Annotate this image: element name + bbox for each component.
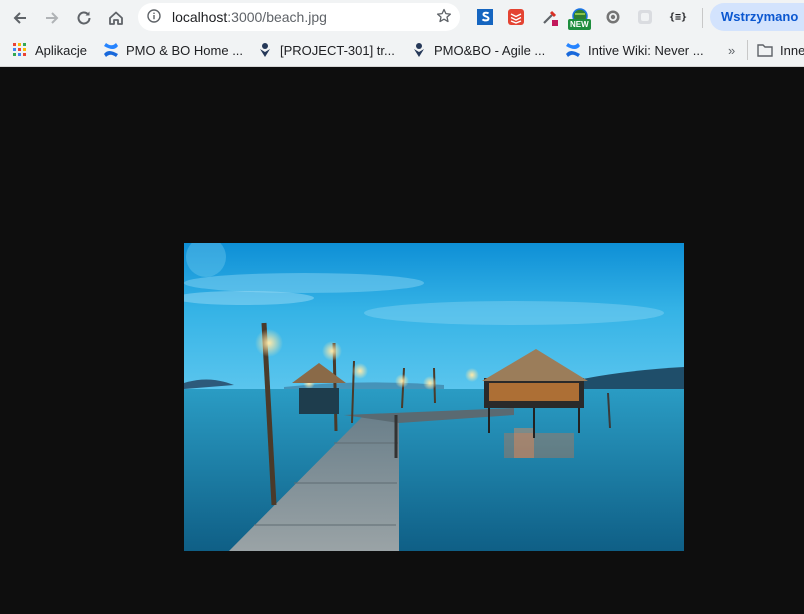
color-picker-icon[interactable] — [540, 7, 560, 27]
bookmarks-overflow-button[interactable]: » — [728, 43, 735, 58]
arrow-right-icon — [46, 12, 59, 24]
bookmark-label: Aplikacje — [35, 42, 88, 58]
bookmark-label: Inne — [780, 42, 804, 58]
s-extension-icon[interactable] — [475, 7, 495, 27]
browser-toolbar: localhost:3000/beach.jpg NEW {≡} Wstrzym… — [0, 0, 804, 35]
home-icon — [109, 11, 123, 25]
home-button[interactable] — [104, 6, 128, 30]
bookmark-pmo-bo-agile[interactable]: PMO&BO - Agile ... — [411, 40, 545, 60]
bookmark-label: Intive Wiki: Never ... — [588, 42, 704, 58]
bookmark-pmo-bo-home[interactable]: PMO & BO Home ... — [103, 40, 243, 60]
confluence-icon — [103, 42, 119, 58]
new-badge: NEW — [568, 19, 591, 30]
bookmarks-divider — [747, 40, 748, 60]
url-host: localhost — [172, 9, 228, 25]
jira-icon — [257, 42, 273, 58]
browser-chrome: localhost:3000/beach.jpg NEW {≡} Wstrzym… — [0, 0, 804, 67]
json-extension-icon[interactable]: {≡} — [666, 7, 690, 27]
bookmarks-bar: Aplikacje PMO & BO Home ... [PROJECT-301… — [0, 35, 804, 66]
bookmark-other-folder[interactable]: Inne — [757, 40, 804, 60]
reload-icon — [77, 11, 91, 25]
bookmark-label: PMO&BO - Agile ... — [434, 42, 546, 58]
toolbar-divider — [702, 8, 703, 28]
bookmark-star-icon[interactable] — [436, 8, 452, 29]
url-path: :3000/beach.jpg — [227, 9, 327, 25]
address-bar[interactable]: localhost:3000/beach.jpg — [138, 3, 460, 31]
bookmark-label: PMO & BO Home ... — [126, 42, 244, 58]
arrow-left-icon — [13, 12, 26, 24]
jira-icon — [411, 42, 427, 58]
url-text[interactable]: localhost:3000/beach.jpg — [172, 9, 327, 25]
reload-button[interactable] — [72, 6, 96, 30]
bookmark-apps[interactable]: Aplikacje — [12, 40, 87, 60]
todoist-icon[interactable] — [506, 7, 526, 27]
beach-image[interactable] — [184, 243, 684, 551]
info-icon[interactable] — [147, 9, 161, 28]
forward-button[interactable] — [40, 6, 64, 30]
profile-status-button[interactable]: Wstrzymano — [710, 3, 804, 31]
back-button[interactable] — [8, 6, 32, 30]
bookmark-intive-wiki[interactable]: Intive Wiki: Never ... — [565, 40, 704, 60]
bookmark-label: [PROJECT-301] tr... — [280, 42, 395, 58]
folder-icon — [757, 42, 773, 58]
apps-grid-icon — [12, 42, 28, 58]
frame-extension-icon[interactable] — [635, 7, 655, 27]
gear-extension-icon[interactable] — [603, 7, 623, 27]
bookmark-project-301[interactable]: [PROJECT-301] tr... — [257, 40, 395, 60]
confluence-icon — [565, 42, 581, 58]
